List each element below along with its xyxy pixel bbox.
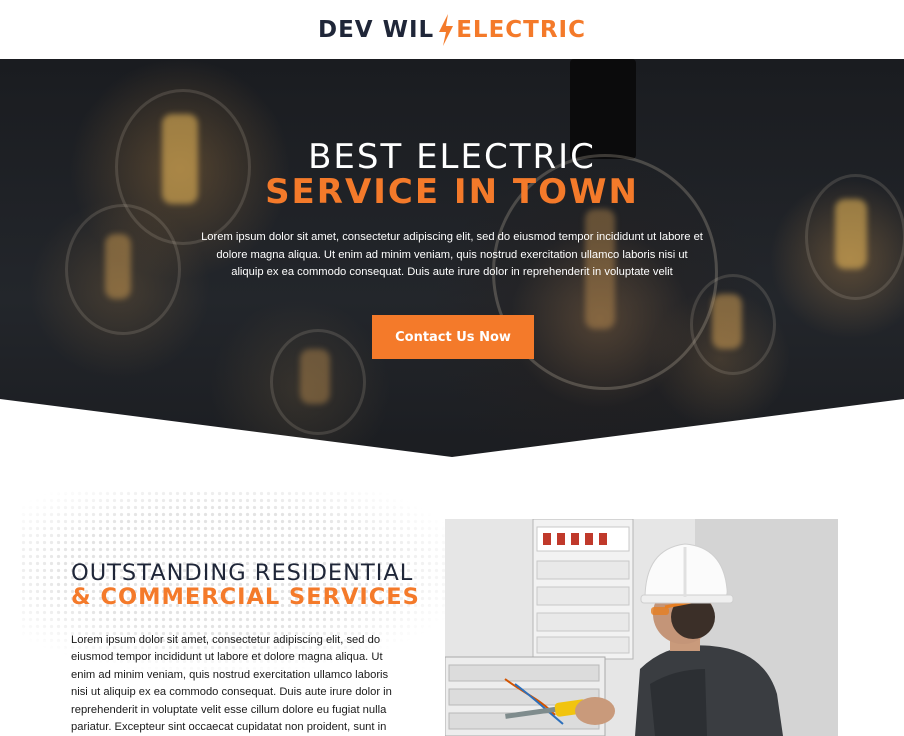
electrician-photo xyxy=(445,519,838,736)
lightning-bolt-icon xyxy=(439,13,454,46)
site-header: DEV WIL ELECTRIC xyxy=(0,0,904,59)
services-description: Lorem ipsum dolor sit amet, consectetur … xyxy=(71,634,392,734)
brand-logo[interactable]: DEV WIL ELECTRIC xyxy=(318,13,586,46)
hero-title-line2: SERVICE IN TOWN xyxy=(265,172,639,212)
contact-us-button[interactable]: Contact Us Now xyxy=(372,315,534,359)
services-title-line1: OUTSTANDING RESIDENTIAL xyxy=(71,560,414,586)
logo-text-left: DEV WIL xyxy=(318,16,435,43)
hero-section: BEST ELECTRIC SERVICE IN TOWN Lorem ipsu… xyxy=(0,59,904,459)
hero-title-line1: BEST ELECTRIC xyxy=(308,137,596,177)
logo-text-right: ELECTRIC xyxy=(456,16,586,43)
hero-description: Lorem ipsum dolor sit amet, consectetur … xyxy=(201,231,703,278)
services-title-line2: & COMMERCIAL SERVICES xyxy=(71,584,420,610)
